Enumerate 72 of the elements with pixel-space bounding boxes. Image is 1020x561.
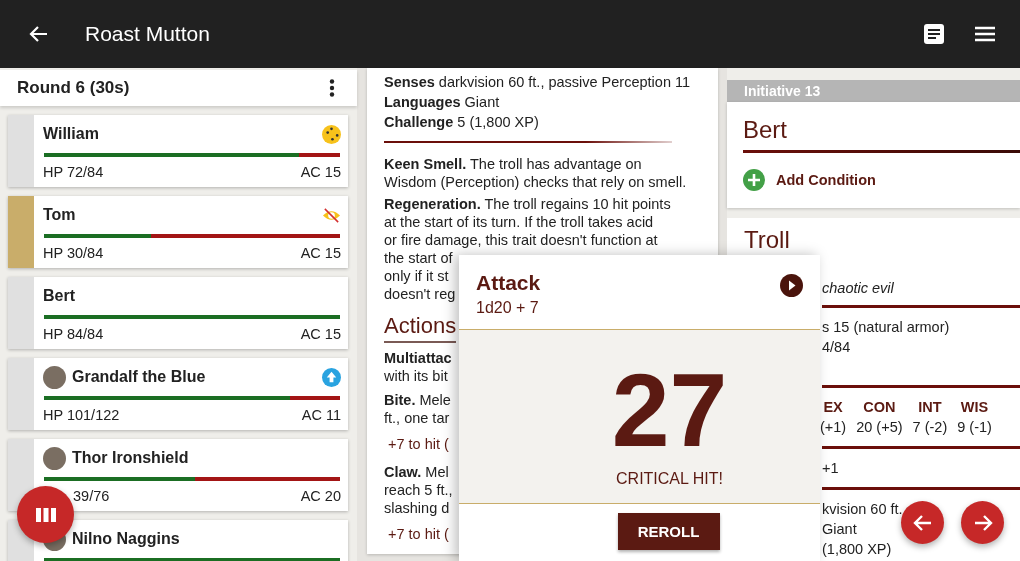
roll-link[interactable]: +7 to hit ( (388, 435, 449, 453)
trait-line: Regeneration. The troll regains 10 hit points (384, 195, 671, 213)
reroll-button[interactable]: REROLL (617, 513, 720, 550)
hit-points-text: 4/84 (822, 338, 851, 357)
app-title: Roast Mutton (85, 22, 211, 46)
armor-class: AC 15 (300, 163, 341, 180)
dazed-icon (322, 124, 341, 144)
hit-points: HP 84/84 (43, 325, 104, 342)
combatant-card[interactable]: William HP 72/84 AC 15 (8, 115, 348, 187)
dialog-title: Attack (476, 271, 541, 295)
current-combatant-name: Bert (743, 115, 788, 145)
combatant-card[interactable]: Nilno Naggins (8, 520, 348, 561)
more-options-icon[interactable] (329, 79, 335, 97)
combatant-card[interactable]: Grandalf the Blue HP 101/122 AC 11 (8, 358, 348, 430)
hit-points: HP 72/84 (43, 163, 104, 180)
ability-score: 20 (+5) (856, 418, 903, 437)
action-text: Bite. Mele ft., one tar (384, 391, 451, 427)
monster-property: (1,800 XP) (822, 540, 892, 559)
play-icon[interactable] (780, 274, 803, 297)
ability-score: 7 (-2) (912, 418, 948, 437)
armor-class: AC 15 (300, 325, 341, 342)
stat-property: Challenge 5 (1,800 XP) (384, 113, 540, 132)
eye-off-icon (322, 205, 341, 225)
armor-class-text: s 15 (natural armor) (822, 318, 950, 337)
stat-property: Languages Giant (384, 93, 501, 112)
hit-points: HP 30/84 (43, 244, 104, 261)
actions-heading: Actions (384, 313, 456, 343)
armor-class: AC 11 (301, 406, 341, 423)
armor-class: AC 15 (300, 244, 341, 261)
arrow-up-icon (322, 367, 341, 387)
notes-icon[interactable] (923, 23, 945, 45)
combatant-name: William (43, 125, 100, 143)
ability-score: 9 (-1) (957, 418, 992, 437)
add-icon[interactable] (743, 169, 765, 191)
trait-line: Wisdom (Perception) checks that rely on smell. (384, 173, 687, 191)
monster-property: kvision 60 ft. (822, 500, 903, 519)
action-text: Claw. Mel reach 5 ft., slashing d (384, 463, 453, 517)
add-condition-button[interactable]: Add Condition (776, 172, 876, 188)
combatant-name: Nilno Naggins (72, 530, 181, 548)
combatant-name: Grandalf the Blue (72, 368, 207, 386)
initiative-label: Initiative 13 (727, 80, 1020, 102)
stat-property: Senses darkvision 60 ft., passive Perception 11 (384, 73, 692, 92)
ability-name: EX (823, 398, 843, 417)
ability-score: (+1) (820, 418, 847, 437)
combatant-card[interactable]: Bert HP 84/84 AC 15 (8, 277, 348, 349)
trait-line: doesn't reg (384, 285, 456, 303)
armor-class: AC 20 (300, 487, 341, 504)
roll-result: 27 (611, 358, 728, 462)
action-text: Multiattac with its bit (384, 349, 452, 385)
trait-line: only if it st (384, 267, 449, 285)
trait-line: or fire damage, this trait doesn't function at (384, 231, 658, 249)
monster-property: Giant (822, 520, 857, 539)
ability-name: WIS (960, 398, 989, 417)
critical-hit-label: CRITICAL HIT! (616, 470, 723, 488)
round-label: Round 6 (30s) (17, 78, 130, 98)
misc-text: +1 (822, 459, 839, 478)
trait-line: Keen Smell. The troll has advantage on (384, 155, 642, 173)
hit-points: HP 101/122 (43, 406, 120, 423)
hit-points: 39/76 (73, 487, 110, 504)
combatant-name: Thor Ironshield (72, 449, 190, 467)
ability-name: CON (863, 398, 896, 417)
dice-formula: 1d20 + 7 (476, 299, 540, 317)
ability-name: INT (918, 398, 942, 417)
combatant-name: Bert (43, 287, 76, 305)
monster-name: Troll (744, 226, 791, 254)
combatant-card[interactable]: Thor Ironshield 39/76 AC 20 (8, 439, 348, 511)
trait-line: the start of (384, 249, 453, 267)
roll-link[interactable]: +7 to hit ( (388, 525, 449, 543)
combatant-card[interactable]: Tom HP 30/84 AC 15 (8, 196, 348, 268)
monster-alignment: chaotic evil (822, 280, 894, 296)
combatant-name: Tom (43, 206, 77, 224)
trait-line: at the start of its turn. If the troll takes acid (384, 213, 654, 231)
